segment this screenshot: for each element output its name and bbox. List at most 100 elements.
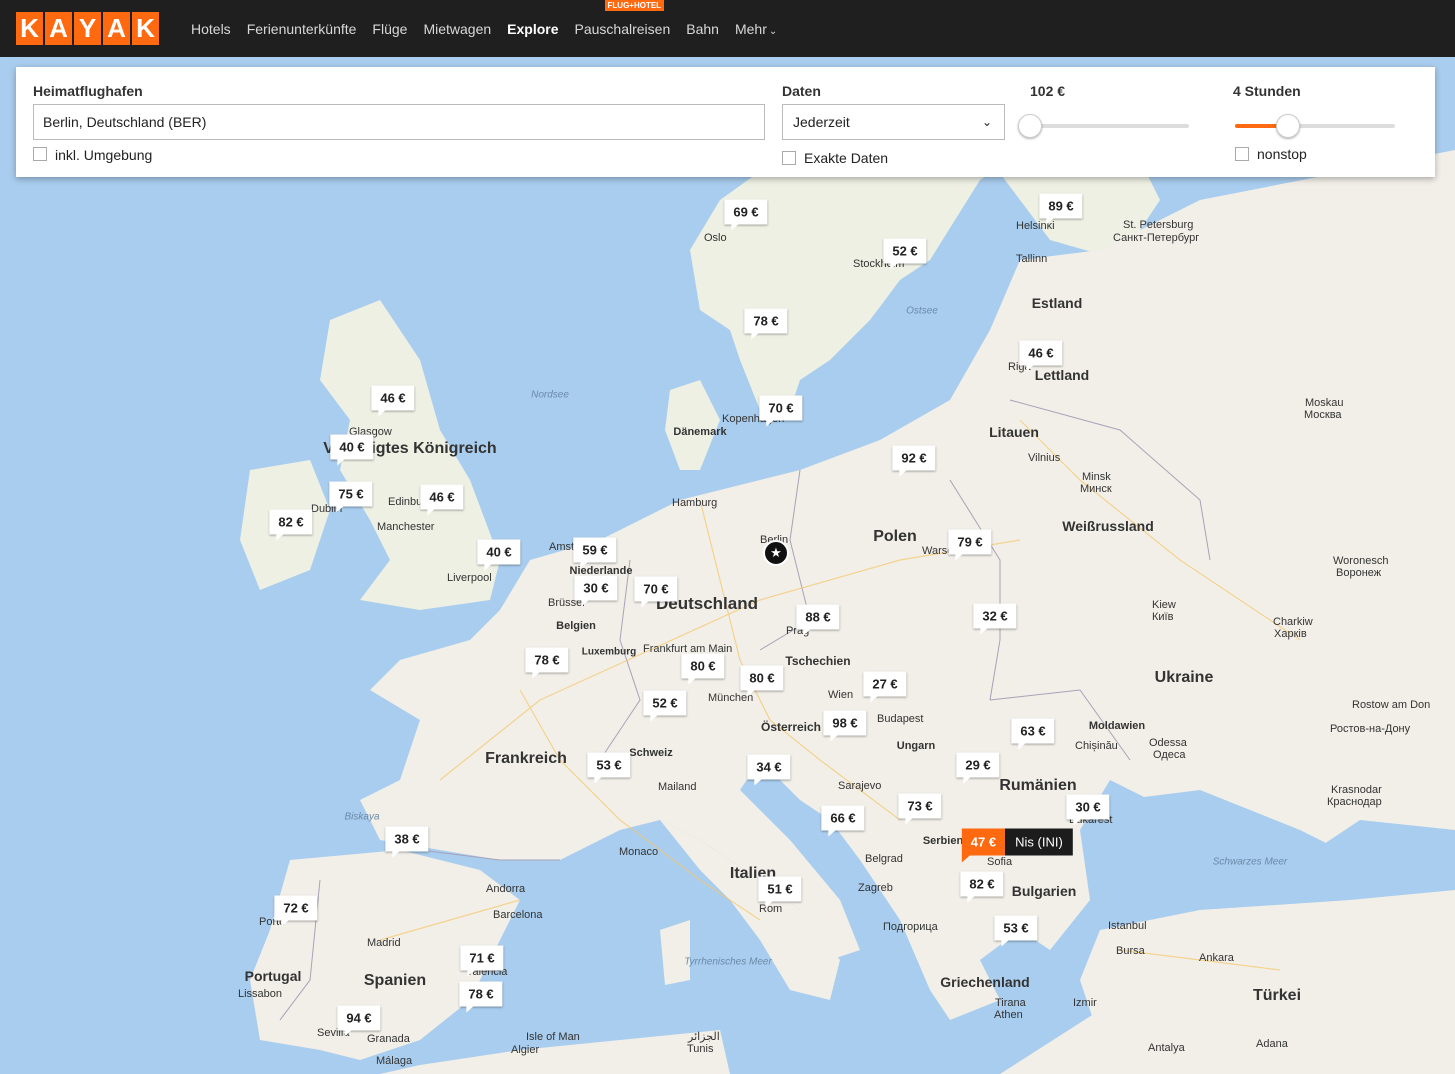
top-navigation-bar: K A Y A K Hotels Ferienunterkünfte Flüge… [0, 0, 1455, 57]
country-label-serbia: Serbien [922, 835, 964, 847]
price-pin[interactable]: 29 € [956, 752, 1000, 784]
price-pin[interactable]: 71 € [460, 945, 504, 977]
nav-packages[interactable]: FLUG+HOTEL Pauschalreisen [574, 0, 671, 37]
city-label-adana: Adana [1256, 1038, 1288, 1050]
nav-packages-label: Pauschalreisen [574, 20, 671, 37]
price-pin[interactable]: 89 € [1039, 193, 1083, 225]
explore-map[interactable]: Vereinigtes Königreich Frankreich Spanie… [0, 57, 1455, 1074]
price-pin[interactable]: 72 € [274, 895, 318, 927]
city-label-kyiv-cyrillic: Київ [1152, 611, 1174, 623]
nav-explore[interactable]: Explore [507, 21, 558, 37]
price-pin[interactable]: 92 € [892, 445, 936, 477]
city-label-tunis-arabic: Tunis [687, 1043, 714, 1055]
country-label-denmark: Dänemark [673, 426, 727, 438]
price-pin[interactable]: 94 € [337, 1005, 381, 1037]
home-airport-label: Heimatflughafen [33, 83, 143, 99]
price-pin[interactable]: 53 € [587, 752, 631, 784]
country-label-belgium: Belgien [556, 620, 596, 632]
price-pin[interactable]: 53 € [994, 915, 1038, 947]
nav-flights[interactable]: Flüge [372, 21, 407, 37]
price-pin[interactable]: 52 € [643, 690, 687, 722]
include-nearby-checkbox[interactable] [33, 147, 47, 161]
price-pin[interactable]: 32 € [973, 603, 1017, 635]
price-pin[interactable]: 46 € [420, 484, 464, 516]
city-label-istanbul: Istanbul [1108, 920, 1147, 932]
city-label-odessa: Odessa [1149, 737, 1187, 749]
country-label-hungary: Ungarn [896, 740, 936, 752]
city-label-sarajevo: Belgrad [865, 853, 903, 865]
city-label-athens: Tirana [995, 997, 1026, 1009]
price-pin[interactable]: 40 € [330, 434, 374, 466]
price-pin[interactable]: 78 € [744, 308, 788, 340]
price-pin[interactable]: 70 € [759, 395, 803, 427]
home-airport-marker[interactable]: ★ [763, 540, 789, 566]
city-label-rostov-cyrillic: Ростов-на-Дону [1330, 723, 1411, 735]
price-pin[interactable]: 80 € [740, 665, 784, 697]
price-pin[interactable]: 38 € [385, 826, 429, 858]
price-pin[interactable]: 78 € [525, 647, 569, 679]
price-pin[interactable]: 40 € [477, 539, 521, 571]
nav-cars[interactable]: Mietwagen [423, 21, 491, 37]
country-label-portugal: Portugal [244, 968, 302, 984]
city-label-rostov: Rostow am Don [1352, 699, 1431, 711]
price-pin[interactable]: 59 € [573, 537, 617, 569]
city-label-hamburg: Hamburg [672, 497, 718, 509]
city-label-granada: Granada [367, 1033, 410, 1045]
highlighted-price: 47 € [961, 828, 1006, 863]
dates-label: Daten [782, 83, 821, 99]
price-slider-handle[interactable] [1018, 114, 1042, 138]
price-pin[interactable]: 46 € [371, 385, 415, 417]
dates-select[interactable]: Jederzeit ⌄ [782, 104, 1005, 140]
nav-more[interactable]: Mehr ⌄ [735, 21, 777, 37]
nonstop-label: nonstop [1257, 146, 1307, 162]
price-pin[interactable]: 70 € [634, 576, 678, 608]
city-label-minsk: Minsk [1082, 471, 1111, 483]
price-pin[interactable]: 30 € [574, 575, 618, 607]
logo-letter: A [45, 12, 72, 45]
city-label-lisbon: Lissabon [238, 988, 283, 1000]
max-duration-label: 4 Stunden [1233, 83, 1301, 99]
price-pin[interactable]: 30 € [1066, 794, 1110, 826]
city-label-barcelona: Barcelona [493, 909, 543, 921]
country-label-czechia: Tschechien [785, 654, 851, 668]
nonstop-checkbox[interactable] [1235, 147, 1249, 161]
price-pin[interactable]: 79 € [948, 529, 992, 561]
home-airport-input[interactable]: Berlin, Deutschland (BER) [33, 104, 765, 140]
price-pin[interactable]: 51 € [758, 876, 802, 908]
price-pin[interactable]: 80 € [681, 653, 725, 685]
city-label-vienna: Wien [828, 689, 854, 701]
nav-hotels[interactable]: Hotels [191, 21, 231, 37]
price-pin[interactable]: 69 € [724, 199, 768, 231]
kayak-logo[interactable]: K A Y A K [16, 12, 159, 45]
exact-dates-checkbox[interactable] [782, 151, 796, 165]
nav-trains[interactable]: Bahn [686, 21, 719, 37]
price-pin[interactable]: 66 € [821, 805, 865, 837]
sea-label-tyrrhenian-sea: Tyrrhenisches Meer [684, 956, 772, 968]
price-pin[interactable]: 82 € [269, 509, 313, 541]
chevron-down-icon: ⌄ [981, 115, 992, 129]
price-pin[interactable]: 82 € [960, 871, 1004, 903]
price-pin[interactable]: 78 € [459, 981, 503, 1013]
price-pin[interactable]: 88 € [796, 604, 840, 636]
duration-slider-handle[interactable] [1275, 114, 1300, 138]
city-label-voronezh-cyrillic: Воронеж [1336, 567, 1382, 579]
city-label-andorra: Andorra [486, 883, 526, 895]
city-label-vilnius: Vilnius [1028, 452, 1061, 464]
price-pin[interactable]: 73 € [898, 793, 942, 825]
city-label-london: Liverpool [447, 572, 492, 584]
price-pin[interactable]: 98 € [823, 710, 867, 742]
price-pin[interactable]: 75 € [329, 481, 373, 513]
price-pin[interactable]: 34 € [747, 754, 791, 786]
price-pin[interactable]: 63 € [1011, 718, 1055, 750]
price-pin[interactable]: 46 € [1019, 340, 1063, 372]
nav-vacation-rentals[interactable]: Ferienunterkünfte [247, 21, 357, 37]
highlighted-destination-pin[interactable]: 47 € Nis (INI) [961, 828, 1073, 863]
country-label-spain: Spanien [363, 972, 427, 989]
price-slider-track[interactable] [1030, 124, 1189, 128]
country-label-lithuania: Litauen [989, 424, 1039, 440]
price-pin[interactable]: 52 € [883, 238, 927, 270]
max-price-label: 102 € [1030, 83, 1066, 99]
price-pin[interactable]: 27 € [863, 671, 907, 703]
city-label-oslo: Oslo [704, 232, 727, 244]
main-nav: Hotels Ferienunterkünfte Flüge Mietwagen… [183, 0, 785, 57]
